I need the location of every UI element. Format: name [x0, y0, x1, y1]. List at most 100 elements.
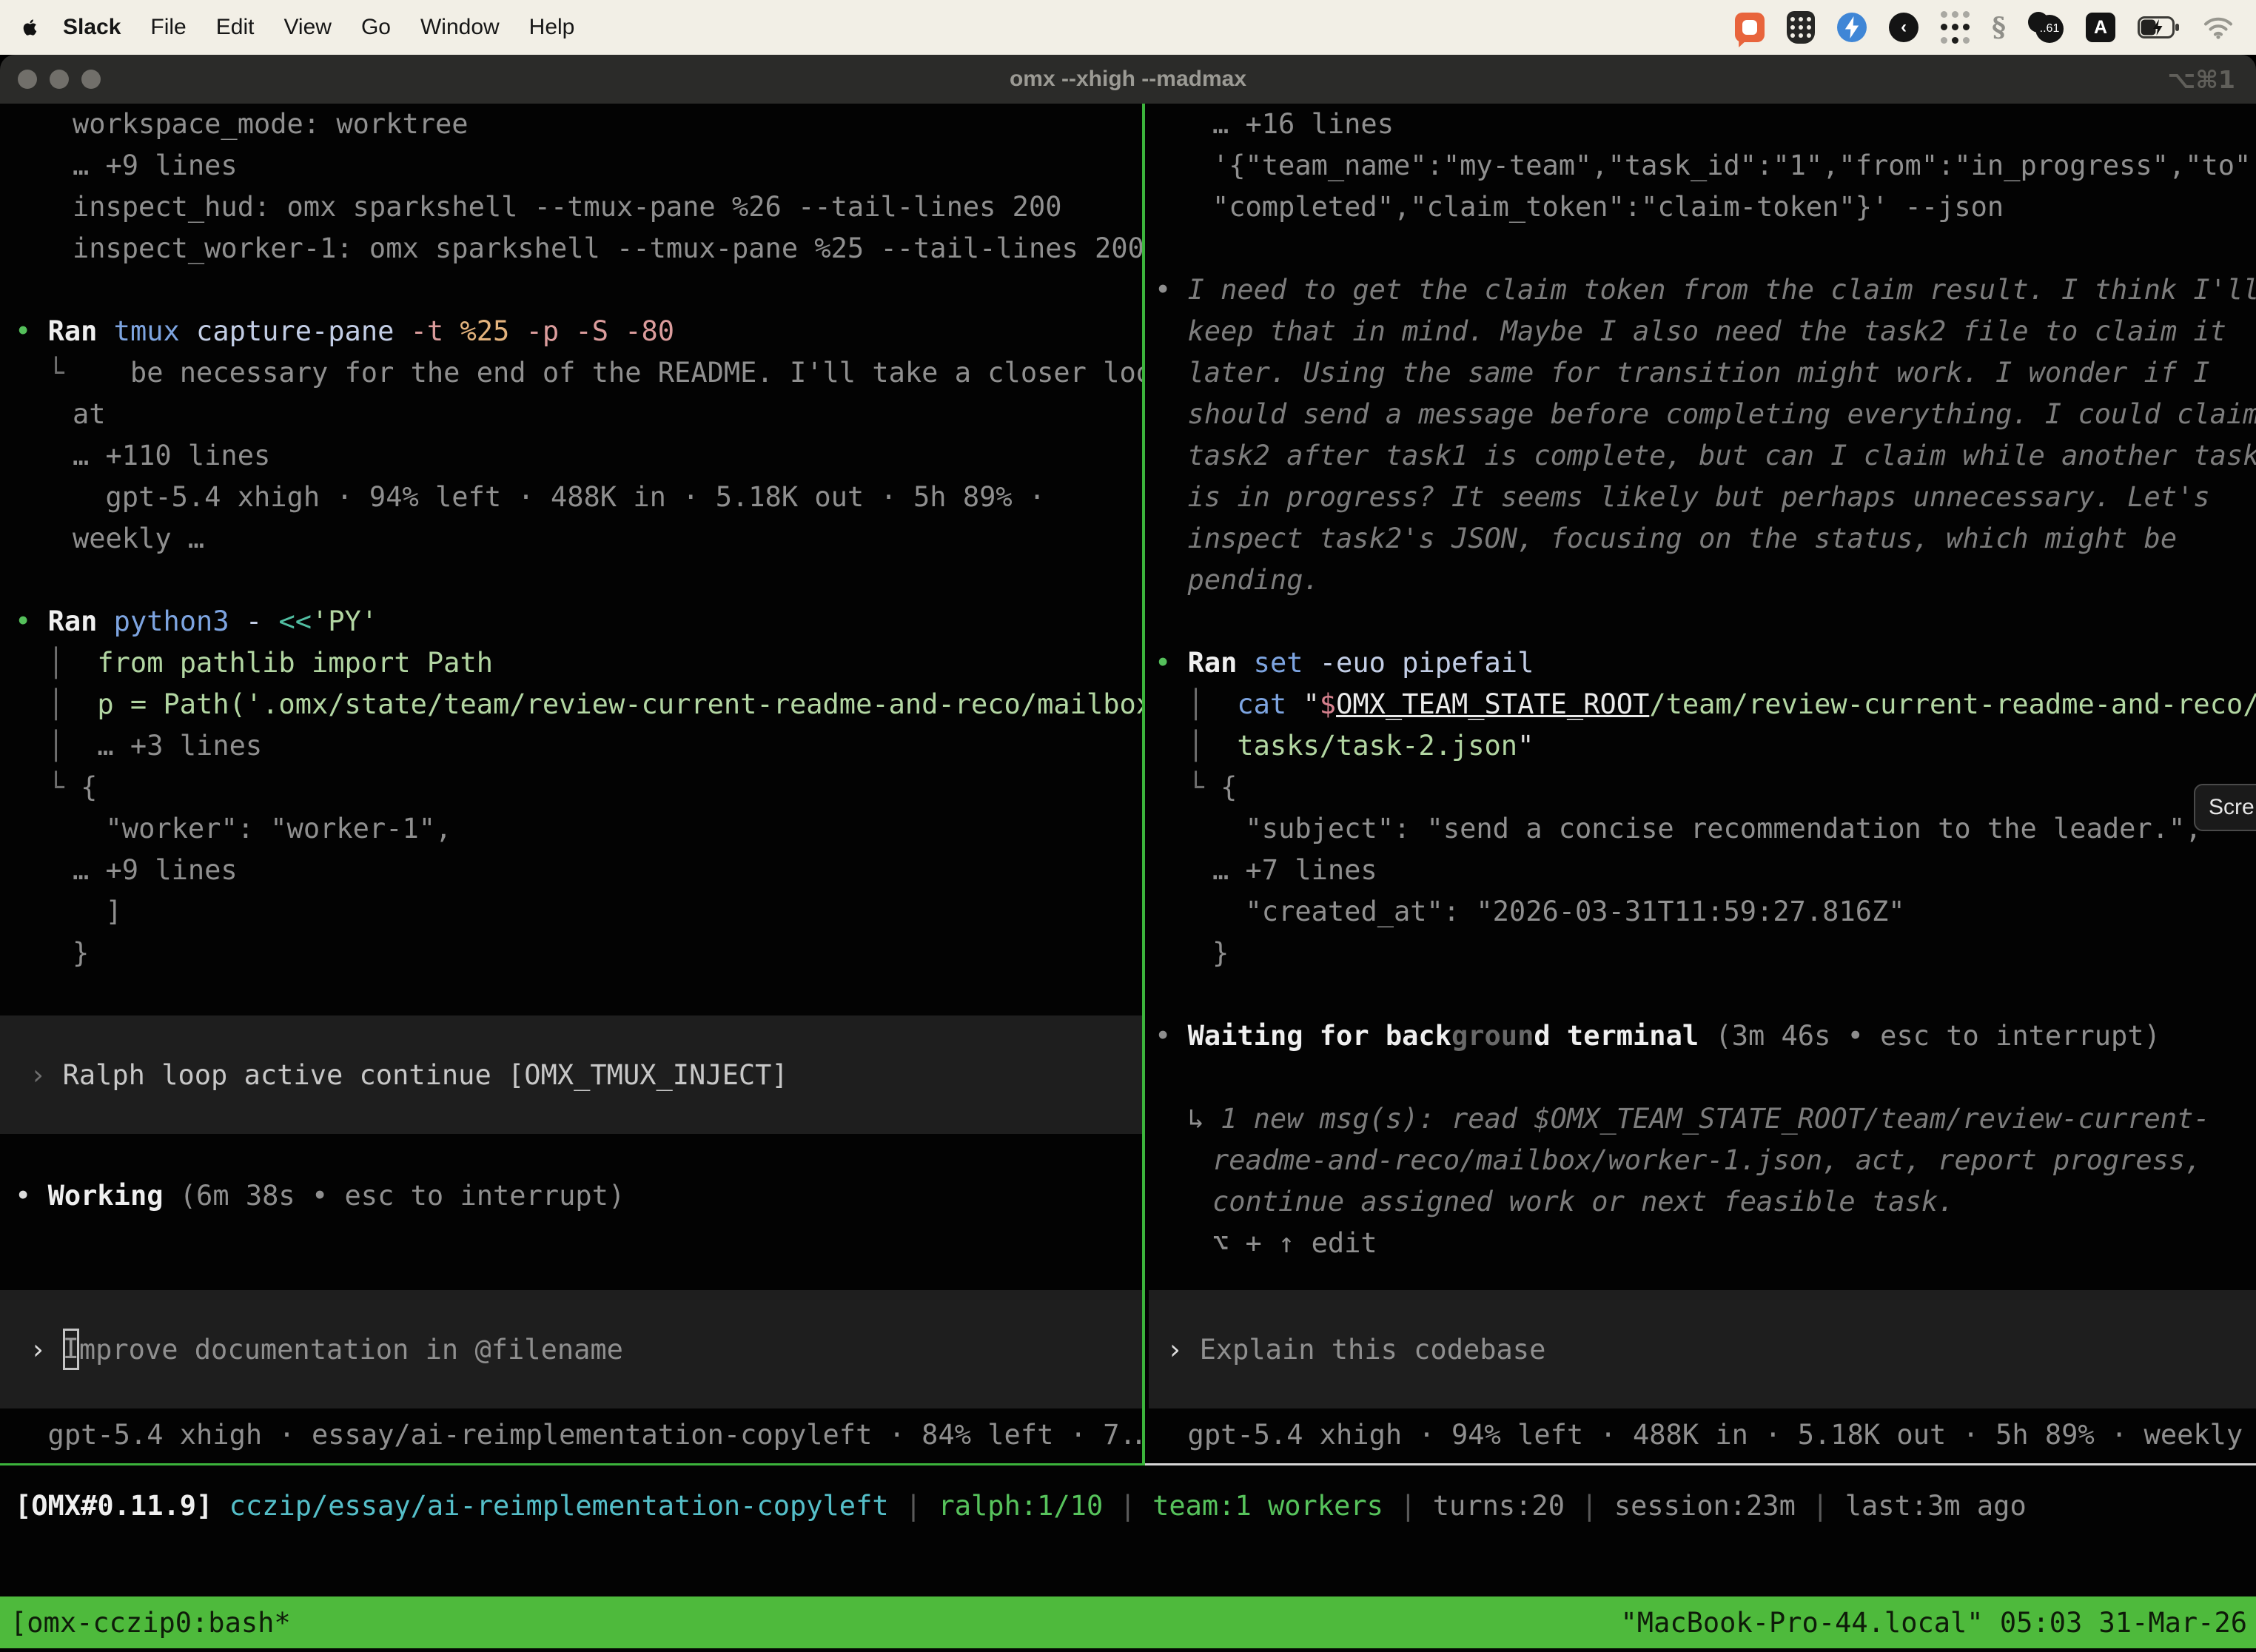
- prompt-suggestion[interactable]: › Explain this codebase: [1149, 1290, 2256, 1408]
- terminal-line: continue assigned work or next feasible …: [1155, 1181, 2256, 1223]
- terminal-line: at: [15, 394, 1143, 435]
- terminal-line: "created_at": "2026-03-31T11:59:27.816Z": [1155, 891, 2256, 933]
- text-segment: ›: [30, 1334, 63, 1366]
- tmux-window-label[interactable]: [omx-cczip0:bash*: [10, 1607, 291, 1639]
- terminal-line: • Ran python3 - <<'PY': [15, 601, 1143, 642]
- text-segment: 1 new msg(s): read $OMX_TEAM_STATE_ROOT/…: [1221, 1103, 2210, 1135]
- terminal-line: weekly …: [15, 518, 1143, 560]
- apple-menu-icon[interactable]: [21, 16, 41, 39]
- text-segment: '{"team_name":"my-team","task_id":"1","f…: [1212, 150, 2256, 181]
- tmux-pane-right[interactable]: … +16 lines'{"team_name":"my-team","task…: [1149, 104, 2256, 1463]
- terminal-line: … +110 lines: [15, 435, 1143, 477]
- terminal-line: keep that in mind. Maybe I also need the…: [1155, 311, 2256, 352]
- terminal-line: │ … +3 lines: [15, 725, 1143, 767]
- tmux-pane-left[interactable]: workspace_mode: worktree … +9 lines inspec…: [0, 104, 1143, 1463]
- terminal-line: }: [15, 933, 1143, 974]
- minimize-button[interactable]: [50, 70, 69, 89]
- blank-line: [1155, 1057, 2256, 1098]
- text-segment: •: [1155, 274, 1188, 306]
- blank-line: [1155, 601, 2256, 642]
- text-segment: Ran: [48, 315, 114, 347]
- blank-line: [1155, 228, 2256, 269]
- text-segment: |: [1383, 1490, 1433, 1522]
- text-segment: from pathlib import Path: [81, 647, 493, 679]
- text-segment: •: [1155, 1020, 1188, 1052]
- text-segment: cat: [1221, 688, 1286, 720]
- crescent-app-icon[interactable]: ‹: [1889, 13, 1918, 42]
- menu-item-window[interactable]: Window: [406, 15, 514, 40]
- menu-item-help[interactable]: Help: [514, 15, 590, 40]
- text-segment: %25: [443, 315, 509, 347]
- terminal-line: gpt-5.4 xhigh · 94% left · 488K in · 5.1…: [1155, 1414, 2256, 1456]
- menu-item-slack[interactable]: Slack: [53, 15, 135, 40]
- text-segment: workspace_mode: worktree: [73, 108, 469, 140]
- menu-item-view[interactable]: View: [269, 15, 346, 40]
- close-button[interactable]: [18, 70, 37, 89]
- traffic-lights: [18, 70, 101, 89]
- bolt-app-icon[interactable]: [1837, 13, 1867, 42]
- text-segment: team:1 workers: [1152, 1490, 1383, 1522]
- keyboard-a-icon[interactable]: A: [2086, 13, 2115, 42]
- text-segment: "completed","claim_token":"claim-token"}…: [1212, 191, 2004, 223]
- text-cursor: I: [63, 1329, 79, 1370]
- text-segment: (3m 46s • esc to interrupt): [1699, 1020, 2161, 1052]
- terminal-line: gpt-5.4 xhigh · 94% left · 488K in · 5.1…: [15, 477, 1143, 518]
- text-segment: set: [1254, 647, 1303, 679]
- terminal-line: • Waiting for background terminal (3m 46…: [1155, 1015, 2256, 1057]
- text-segment: inspect task2's JSON, focusing on the st…: [1188, 523, 2178, 554]
- text-segment: … +9 lines: [73, 854, 238, 886]
- prompt-suggestion[interactable]: › Ralph loop active continue [OMX_TMUX_I…: [0, 1015, 1143, 1134]
- screen-share-tooltip: Scre: [2194, 784, 2256, 831]
- wifi-icon[interactable]: [2203, 10, 2234, 44]
- tmux-status-bar: [omx-cczip0:bash* "MacBook-Pro-44.local"…: [0, 1596, 2256, 1648]
- text-segment: (6m 38s • esc to interrupt): [164, 1180, 625, 1212]
- battery-charging-icon[interactable]: [2138, 10, 2181, 44]
- terminal-window: omx --xhigh --madmax ⌥⌘1 workspace_mode:…: [0, 55, 2256, 1652]
- text-segment: Working: [48, 1180, 164, 1212]
- chat-app-icon[interactable]: [1735, 13, 1765, 42]
- text-segment: pending.: [1188, 564, 1320, 596]
- app-grid-icon[interactable]: [1941, 10, 1970, 44]
- text-segment: ›: [1166, 1334, 1200, 1366]
- text-segment: │: [48, 688, 81, 720]
- text-segment: •: [15, 605, 48, 637]
- text-segment: groun: [1451, 1020, 1534, 1052]
- terminal-line: • Ran tmux capture-pane -t %25 -p -S -80: [15, 311, 1143, 352]
- text-segment: … +110 lines: [73, 440, 270, 471]
- terminal-line: inspect_hud: omx sparkshell --tmux-pane …: [15, 187, 1143, 228]
- tmux-pane-divider[interactable]: [1142, 104, 1145, 1465]
- text-segment: ⌥ + ↑ edit: [1212, 1227, 1377, 1259]
- terminal-line: "worker": "worker-1",: [15, 808, 1143, 850]
- terminal-line: … +7 lines: [1155, 850, 2256, 891]
- menu-item-go[interactable]: Go: [346, 15, 406, 40]
- menu-item-file[interactable]: File: [135, 15, 201, 40]
- terminal-line: is in progress? It seems likely but perh…: [1155, 477, 2256, 518]
- text-segment: <<: [278, 605, 312, 637]
- text-segment: -t: [394, 315, 443, 347]
- text-segment: │: [1188, 688, 1221, 720]
- text-segment: Waiting for back: [1188, 1020, 1451, 1052]
- text-segment: •: [15, 1180, 48, 1212]
- text-segment: … +7 lines: [1212, 854, 1377, 886]
- menu-item-edit[interactable]: Edit: [201, 15, 269, 40]
- text-segment: … +3 lines: [81, 730, 262, 762]
- privacy-grid-icon[interactable]: [1787, 11, 1815, 44]
- text-segment: task2 after task1 is complete, but can I…: [1188, 440, 2256, 471]
- terminal-line: └ {: [1155, 767, 2256, 808]
- text-segment: /team/review-current-readme-and-reco/: [1649, 688, 2256, 720]
- terminal-line: '{"team_name":"my-team","task_id":"1","f…: [1155, 145, 2256, 187]
- zoom-button[interactable]: [81, 70, 101, 89]
- count-badge-icon[interactable]: ..61: [2028, 12, 2064, 43]
- terminal-line: … +9 lines: [15, 850, 1143, 891]
- blank-line: [15, 269, 1143, 311]
- terminal-content: workspace_mode: worktree … +9 lines inspec…: [0, 104, 2256, 1652]
- terminal-line: inspect_worker-1: omx sparkshell --tmux-…: [15, 228, 1143, 269]
- text-segment: is in progress? It seems likely but perh…: [1188, 481, 2210, 513]
- prompt-suggestion[interactable]: › Improve documentation in @filename: [0, 1290, 1143, 1408]
- pane-border-bottom-left: [0, 1463, 1145, 1465]
- seahorse-icon[interactable]: §: [1992, 10, 2006, 44]
- terminal-line: should send a message before completing …: [1155, 394, 2256, 435]
- text-segment: "created_at": "2026-03-31T11:59:27.816Z": [1246, 896, 1905, 927]
- text-segment: [OMX#0.11.9]: [15, 1490, 229, 1522]
- text-segment: -euo pipefail: [1303, 647, 1534, 679]
